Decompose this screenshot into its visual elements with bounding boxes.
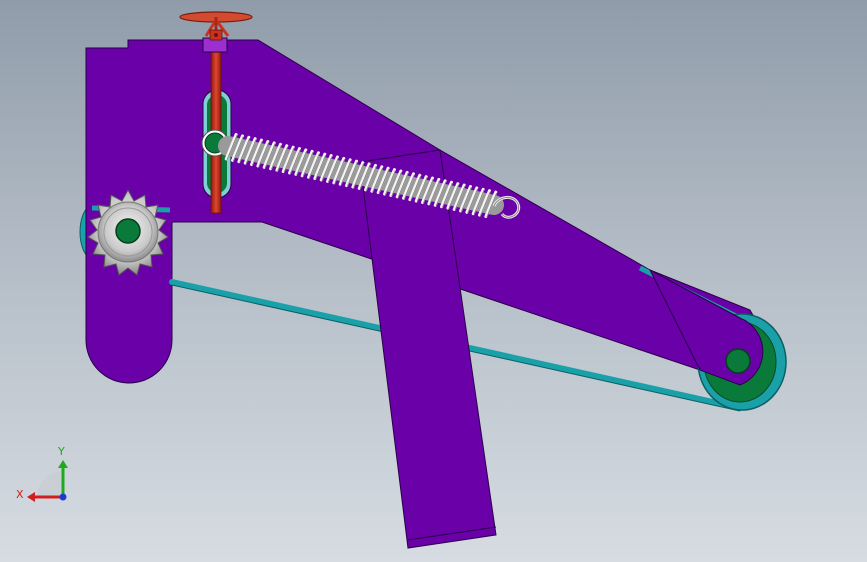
handwheel[interactable] (179, 11, 253, 41)
sprocket-hub[interactable] (115, 218, 141, 244)
graphics-viewport[interactable]: X Y (0, 0, 867, 562)
right-pulley-hub[interactable] (725, 348, 751, 374)
model-scene[interactable] (0, 0, 867, 562)
